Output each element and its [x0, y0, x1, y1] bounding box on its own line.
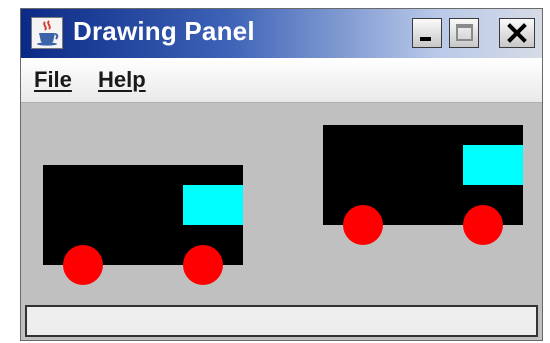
- drawing-canvas[interactable]: [21, 103, 542, 303]
- car-right-front-wheel: [463, 205, 503, 245]
- window-title: Drawing Panel: [73, 16, 255, 46]
- car-left-rear-wheel: [63, 245, 103, 285]
- close-icon: [507, 23, 527, 43]
- car-left-window: [183, 185, 243, 225]
- car-left: [43, 165, 243, 285]
- drawing-panel-window: Drawing Panel File Help: [20, 8, 543, 341]
- title-bar[interactable]: Drawing Panel: [21, 9, 542, 58]
- minimize-button[interactable]: [412, 18, 442, 48]
- car-left-front-wheel: [183, 245, 223, 285]
- menu-file[interactable]: File: [34, 67, 72, 93]
- drawing-canvas-svg: [43, 125, 523, 285]
- menu-help[interactable]: Help: [98, 67, 146, 93]
- car-right-rear-wheel: [343, 205, 383, 245]
- status-bar: [25, 305, 538, 337]
- maximize-icon: [456, 24, 473, 41]
- maximize-button[interactable]: [449, 18, 479, 48]
- minimize-icon: [420, 37, 431, 41]
- car-right-window: [463, 145, 523, 185]
- java-coffee-cup-icon[interactable]: [31, 17, 63, 49]
- menu-bar: File Help: [21, 58, 542, 103]
- close-button[interactable]: [499, 18, 535, 48]
- car-right: [323, 125, 523, 245]
